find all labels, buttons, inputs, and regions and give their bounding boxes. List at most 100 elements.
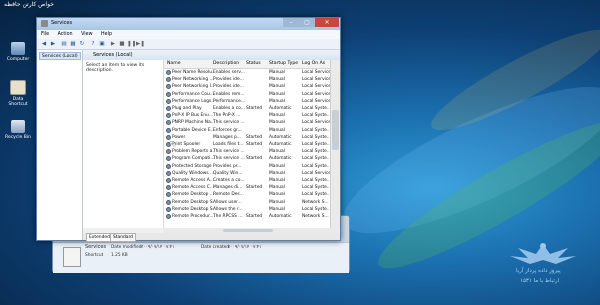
pane-title: Services (Local) [93,52,133,58]
column-description[interactable]: Description [213,61,239,66]
date-created-value: ۲۰۰۹/۰۷/۱۴ ۰۷:۴۱ [228,245,262,250]
desktop-icon-label: Computer [6,57,30,62]
service-name: Power [172,134,186,140]
refresh-icon[interactable]: ↻ [78,40,86,48]
service-row[interactable]: Performance Logs... Performance... Manual L… [164,98,331,105]
back-icon[interactable]: ◀ [40,40,48,48]
service-status: Started [246,185,263,191]
service-logon: Local Service [302,70,330,75]
minimize-button[interactable]: – [283,18,299,27]
service-startup: Manual [269,77,285,83]
service-logon: Local Syste... [302,149,330,155]
video-caption: خواص کارتن حافظه [4,1,54,8]
column-status[interactable]: Status [246,61,261,66]
services-list[interactable]: Name Description Status Startup Type Log… [163,60,331,228]
view-tabs: Extended Standard [83,233,340,242]
close-button[interactable]: ✕ [315,18,339,27]
show-hide-tree-icon[interactable]: ▤ [60,40,68,48]
service-row[interactable]: Remote Access C... Manages di... Started Ma… [164,184,331,191]
service-desc: Provides ide... [213,77,244,83]
menu-help[interactable]: Help [101,30,112,39]
pane-header: Services (Local) [83,50,340,60]
service-row[interactable]: Remote Procedur... The RPCSS ... Started Au… [164,213,331,220]
service-name: Peer Networking I... [172,84,214,90]
service-row[interactable]: Performance Cou... Enables rem... Manual Lo… [164,91,331,98]
service-desc: This service ... [213,156,245,162]
description-pane: Select an item to view its description. [83,60,163,228]
service-desc: Provides ide... [213,84,244,90]
service-row[interactable]: Remote Desktop S... Allows user... Manual N… [164,199,331,206]
vertical-scrollbar[interactable] [330,60,340,228]
service-startup: Manual [269,84,285,90]
tab-extended[interactable]: Extended [86,233,113,242]
service-row[interactable]: Peer Networking ... Provides ide... Manual… [164,76,331,83]
export-icon[interactable]: ▣ [98,40,106,48]
help-icon[interactable]: ? [89,40,97,48]
menu-bar: File Action View Help [37,30,340,39]
service-desc: This service ... [213,149,245,155]
service-row[interactable]: Remote Desktop S... Allows the r... Manual… [164,206,331,213]
service-name: Program Compati... [172,156,214,162]
service-row[interactable]: Problem Reports a... This service ... Manu… [164,148,331,155]
column-startup-type[interactable]: Startup Type [269,61,298,66]
service-startup: Manual [269,127,285,133]
desktop-icon-recycle-bin[interactable]: Recycle Bin [3,120,33,140]
menu-action[interactable]: Action [58,30,73,39]
logo-line-2: ارتباط با ما ۱۵۳۱ [520,278,560,284]
forward-icon[interactable]: ▶ [49,40,57,48]
service-row[interactable]: PnP-X IP Bus Enu... The PnP-X ... Manual Lo… [164,112,331,119]
service-row[interactable]: Plug and Play Enables a co... Started Autom… [164,105,331,112]
service-logon: Local Syste... [302,206,330,212]
service-desc: Enables a co... [213,106,245,111]
service-row[interactable]: PNRP Machine Na... This service ... Manual… [164,119,331,126]
column-log-on-as[interactable]: Log On As [302,61,325,66]
services-window[interactable]: Services – ▢ ✕ File Action View Help ◀ ▶… [36,17,341,242]
date-modified-value: ۲۰۰۹/۰۷/۱۴ ۰۷:۴۱ [141,245,175,250]
service-startup: Automatic [269,142,292,147]
start-service-icon[interactable]: ▶ [109,40,117,48]
service-logon: Local Syste... [302,178,330,183]
computer-icon [11,42,25,55]
menu-view[interactable]: View [81,30,92,39]
stop-service-icon[interactable]: ■ [118,40,126,48]
service-row[interactable]: Program Compati... This service ... Starte… [164,155,331,162]
desktop-icon-computer[interactable]: Computer [3,42,33,62]
service-logon: Local Service [302,170,330,176]
tree-node-services-local[interactable]: Services (Local) [39,52,81,60]
service-desc: The PnP-X ... [213,113,241,119]
service-desc: Enforces gr... [213,127,242,133]
service-status: Started [246,106,263,111]
maximize-button[interactable]: ▢ [299,18,315,27]
service-status: Started [246,142,263,147]
service-name: Remote Procedur... [172,214,214,219]
service-row[interactable]: Peer Name Resolu... Enables serv... Manual… [164,69,331,76]
scroll-thumb[interactable] [332,110,339,150]
service-name: Performance Cou... [172,91,214,97]
pause-service-icon[interactable]: ❚❚ [127,40,136,48]
service-row[interactable]: Quality Windows ... Quality Win... Manual L… [164,170,331,177]
properties-icon[interactable]: ▦ [69,40,77,48]
service-startup: Manual [269,70,285,75]
service-row[interactable]: Print Spooler Loads files t... Started Auto… [164,141,331,148]
service-row[interactable]: Power Manages p... Started Automatic Local S… [164,134,331,141]
service-row[interactable]: Portable Device E... Enforces gr... Manual… [164,127,331,134]
service-name: Print Spooler [172,142,201,147]
title-bar[interactable]: Services – ▢ ✕ [37,18,340,30]
tab-standard[interactable]: Standard [110,233,136,242]
service-row[interactable]: Protected Storage Provides pr... Manual Loc… [164,163,331,170]
service-status: Started [246,156,263,162]
scroll-thumb[interactable] [223,229,273,232]
restart-service-icon[interactable]: ▶❚ [136,40,145,48]
service-desc: This service ... [213,120,245,126]
menu-file[interactable]: File [41,30,49,39]
service-row[interactable]: Remote Access A... Creates a co... Manual L… [164,177,331,184]
service-startup: Manual [269,206,285,212]
service-desc: Allows the r... [213,206,243,212]
service-startup: Automatic [269,156,292,162]
column-name[interactable]: Name [167,61,181,66]
service-gear-icon [166,185,171,191]
service-startup: Automatic [269,106,292,111]
service-row[interactable]: Remote Desktop ... Remote Des... Manual Loc… [164,191,331,198]
service-row[interactable]: Peer Networking I... Provides ide... Manua… [164,83,331,90]
desktop-icon-shortcut[interactable]: Data Shortcut [3,80,33,107]
